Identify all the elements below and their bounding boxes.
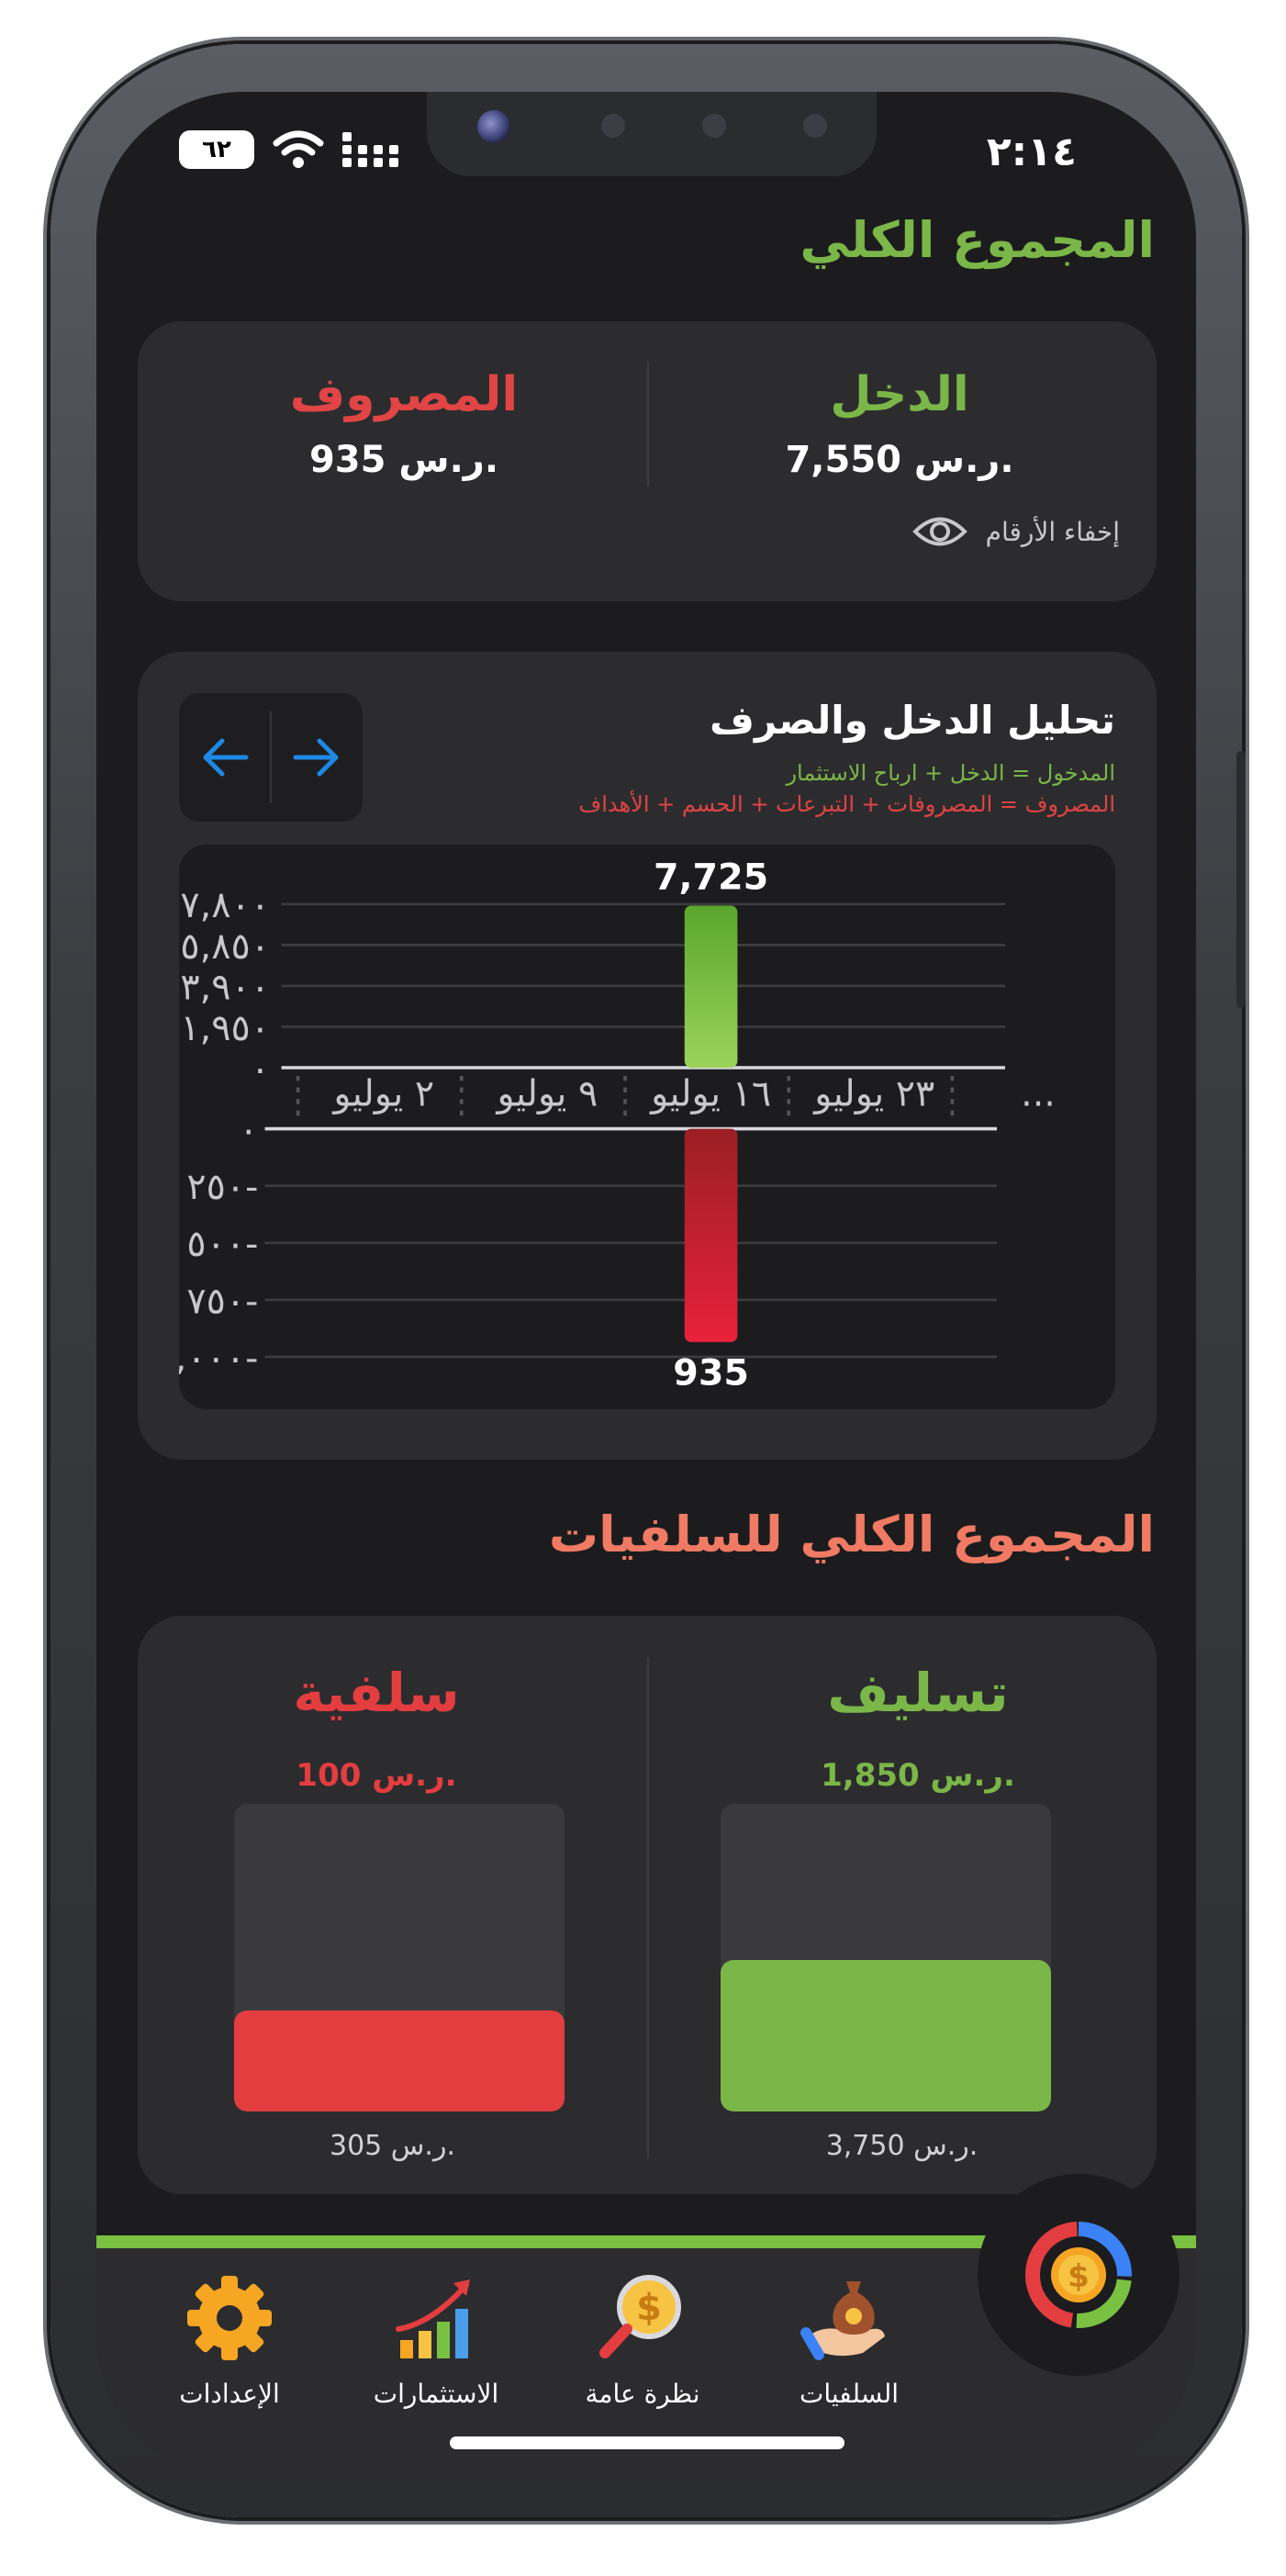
expense-tick-label: ٥٠٠- bbox=[186, 1223, 258, 1265]
income-bar-label: 7,725 bbox=[654, 857, 768, 899]
income-tick-label: ١,٩٥٠ bbox=[180, 1007, 270, 1049]
eye-icon bbox=[911, 517, 967, 546]
svg-text:$: $ bbox=[1068, 2258, 1090, 2295]
gear-icon bbox=[187, 2276, 272, 2360]
category-label: ٢٣ يوليو bbox=[812, 1072, 934, 1114]
sensor-icon bbox=[803, 114, 827, 138]
loans-card: سلفية 100 ر.س. 305 ر.س. تسليف 1,850 ر.س.… bbox=[138, 1616, 1157, 2194]
expense-tick-label: ١,٠٠٠- bbox=[179, 1337, 258, 1379]
lend-bar-fill bbox=[721, 1959, 1051, 2111]
arrow-right-icon[interactable] bbox=[285, 728, 349, 787]
expense-value: 935 ر.س. bbox=[308, 439, 499, 481]
chart-svg: ٧,٨٠٠٥,٨٥٠٣,٩٠٠١,٩٥٠٠٢ يوليو ٩ يوليو ١٦ يو… bbox=[155, 857, 1056, 1394]
expense-bar-label: 935 bbox=[673, 1352, 749, 1394]
income-column: الدخل 7,550 ر.س. bbox=[679, 367, 1120, 481]
category-label: ٢ يوليو bbox=[331, 1072, 434, 1114]
growth-chart-icon bbox=[396, 2279, 470, 2358]
expense-tick-label: ٠ bbox=[239, 1109, 258, 1151]
income-tick-label: ٥,٨٥٠ bbox=[180, 925, 270, 968]
analysis-card: تحليل الدخل والصرف المدخول = الدخل + ارب… bbox=[138, 652, 1157, 1460]
camera-icon bbox=[477, 110, 510, 143]
divider bbox=[647, 363, 649, 487]
expense-bar bbox=[684, 1128, 738, 1342]
wifi-icon bbox=[273, 130, 324, 168]
category-label: ... bbox=[1021, 1072, 1056, 1114]
income-tick-label: ٣,٩٠٠ bbox=[180, 966, 270, 1008]
arrow-left-icon[interactable] bbox=[193, 728, 257, 787]
dollar-ring-icon: $ bbox=[1025, 2222, 1132, 2328]
chart-content: ٧,٨٠٠٥,٨٥٠٣,٩٠٠١,٩٥٠٠٢ يوليو ٩ يوليو ١٦ يو… bbox=[155, 857, 1056, 1394]
lend-total: 3,750 ر.س. bbox=[825, 2130, 978, 2162]
category-label: ١٦ يوليو bbox=[649, 1072, 771, 1114]
expense-tick-label: ٧٥٠- bbox=[186, 1280, 258, 1322]
expense-label: المصروف bbox=[289, 367, 519, 422]
legend-expense: المصروف = المصروفات + التبرعات + الحسم +… bbox=[578, 791, 1115, 817]
app-screen: ٦٢ ٢:١٤ المجموع الكلي المصروف 935 ر.س. ا… bbox=[96, 92, 1196, 2479]
summary-card: المصروف 935 ر.س. الدخل 7,550 ر.س. إخفاء … bbox=[138, 321, 1157, 601]
power-button bbox=[1236, 751, 1246, 1008]
borrow-bar-fill bbox=[234, 2010, 565, 2111]
tab-investments-label: الاستثمارات bbox=[373, 2379, 499, 2409]
income-label: الدخل bbox=[830, 367, 969, 422]
analysis-title: تحليل الدخل والصرف bbox=[710, 698, 1115, 743]
add-transaction-fab[interactable]: $ bbox=[978, 2174, 1180, 2376]
tab-loans[interactable]: السلفيات bbox=[748, 2272, 950, 2409]
tab-overview-label: نظرة عامة bbox=[585, 2379, 700, 2409]
category-label: ٩ يوليو bbox=[496, 1072, 598, 1114]
tab-investments[interactable]: الاستثمارات bbox=[335, 2272, 537, 2409]
hide-numbers-toggle[interactable]: إخفاء الأرقام bbox=[911, 514, 1120, 549]
legend-income: المدخول = الدخل + ارباح الاستثمار bbox=[786, 760, 1115, 786]
hide-numbers-label: إخفاء الأرقام bbox=[985, 516, 1120, 547]
tab-settings-label: الإعدادات bbox=[179, 2379, 280, 2409]
sensor-icon bbox=[601, 114, 625, 138]
income-tick-label: ٧,٨٠٠ bbox=[180, 884, 270, 926]
status-time: ٢:١٤ bbox=[986, 129, 1077, 175]
tab-settings[interactable]: الإعدادات bbox=[129, 2272, 330, 2409]
borrow-bar-area: 305 ر.س. bbox=[138, 1616, 647, 2194]
period-navigator bbox=[179, 693, 363, 822]
income-value: 7,550 ر.س. bbox=[785, 439, 1014, 481]
home-indicator bbox=[450, 2436, 844, 2449]
magnifier-coin-icon: $ bbox=[599, 2275, 681, 2358]
tab-loans-label: السلفيات bbox=[799, 2379, 900, 2409]
income-bar bbox=[684, 905, 738, 1068]
tab-overview[interactable]: $ نظرة عامة bbox=[542, 2272, 744, 2409]
camera-notch bbox=[427, 92, 877, 176]
expense-column: المصروف 935 ر.س. bbox=[184, 367, 624, 481]
borrow-total: 305 ر.س. bbox=[330, 2130, 455, 2162]
svg-text:$: $ bbox=[636, 2287, 662, 2329]
sensor-icon bbox=[702, 114, 726, 138]
expense-tick-label: ٢٥٠- bbox=[186, 1166, 258, 1208]
signal-icon bbox=[342, 132, 398, 167]
borrow-bar bbox=[234, 1804, 565, 2111]
money-bag-hand-icon bbox=[800, 2281, 885, 2360]
battery-icon: ٦٢ bbox=[179, 130, 254, 169]
income-tick-label: ٠ bbox=[251, 1047, 270, 1090]
total-title: المجموع الكلي bbox=[800, 211, 1155, 269]
loans-title: المجموع الكلي للسلفيات bbox=[548, 1506, 1155, 1563]
nav-divider bbox=[270, 711, 272, 803]
income-expense-chart: ٧,٨٠٠ ٥,٨٥٠ ٣,٩٠٠ ١,٩٥٠ ٠ ٢ يوليو ٩ يوليو ١٦ يو… bbox=[155, 845, 1115, 1409]
lend-bar-area: 3,750 ر.س. bbox=[647, 1616, 1157, 2194]
status-icons: ٦٢ bbox=[179, 130, 399, 169]
lend-bar bbox=[721, 1804, 1051, 2111]
